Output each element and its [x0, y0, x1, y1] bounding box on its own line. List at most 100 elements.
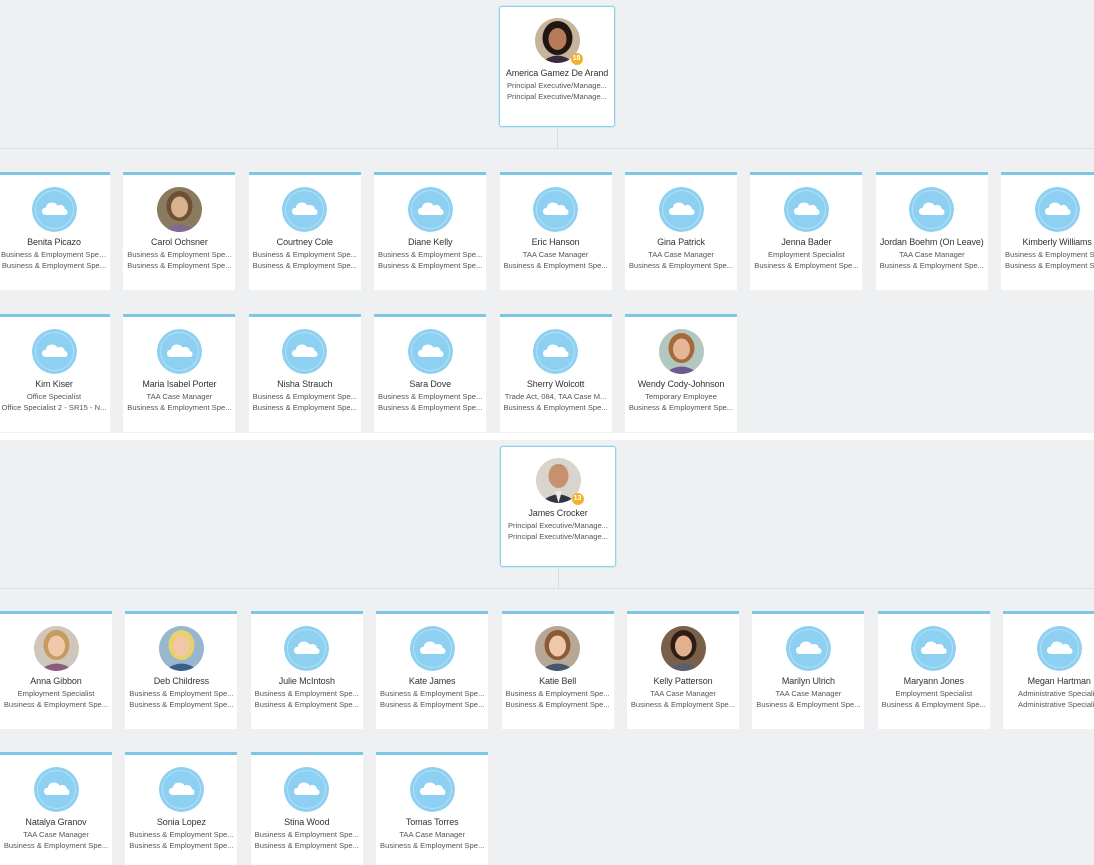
employee-card[interactable]: Megan Hartman Administrative Specialist Ad… — [1003, 611, 1094, 729]
employee-card[interactable]: Nisha Strauch Business & Employment Spe..… — [248, 314, 361, 432]
cloud-icon — [1034, 187, 1080, 232]
job-title: Business & Employment Spe... — [378, 392, 483, 401]
employee-card[interactable]: Sonia Lopez Business & Employment Spe... B… — [125, 752, 238, 865]
job-profile: Business & Employment Spe... — [505, 700, 610, 709]
avatar — [533, 187, 579, 232]
employee-card[interactable]: Benita Picazo Business & Employment Speci… — [0, 172, 110, 290]
job-profile: Business & Employment Spe... — [380, 841, 485, 850]
avatar — [1034, 187, 1080, 232]
employee-name: Deb Childress — [153, 676, 209, 686]
job-title: TAA Case Manager — [898, 250, 965, 259]
employee-name: Carol Ochsner — [151, 237, 208, 247]
employee-card[interactable]: Kimberly Williams Business & Employment S… — [1001, 172, 1094, 290]
employee-card[interactable]: Stina Wood Business & Employment Spe... Bu… — [250, 752, 363, 865]
employee-name: Maryann Jones — [903, 676, 964, 686]
cloud-icon — [284, 626, 330, 671]
employee-card[interactable]: Diane Kelly Business & Employment Spe... B… — [374, 172, 487, 290]
job-title: Business & Employment Spe... — [252, 392, 357, 401]
job-profile: Administrative Specialist — [1018, 700, 1094, 709]
job-profile: Business & Employment Spe... — [881, 700, 986, 709]
cloud-icon — [1036, 626, 1082, 671]
employee-card[interactable]: Maryann Jones Employment Specialist Busine… — [877, 611, 990, 729]
employee-name: Sara Dove — [409, 379, 451, 389]
job-profile: Business & Employment Spe... — [628, 403, 734, 412]
job-profile: Business & Employment Spe... — [879, 261, 984, 270]
employee-card[interactable]: Kate James Business & Employment Spe... Bu… — [376, 611, 489, 729]
employee-card[interactable]: Courtney Cole Business & Employment Spe..… — [248, 172, 361, 290]
avatar — [533, 329, 579, 374]
employee-name: Sherry Wolcott — [526, 379, 585, 389]
employee-card[interactable]: Julie McIntosh Business & Employment Spe.… — [250, 611, 363, 729]
employee-card[interactable]: Gina Patrick TAA Case Manager Business & E… — [625, 172, 737, 290]
employee-name: Nisha Strauch — [277, 379, 333, 389]
job-title: Business & Employment Spe... — [254, 689, 359, 698]
cloud-icon — [282, 187, 328, 232]
cloud-icon — [409, 626, 455, 671]
employee-card[interactable]: Maria Isabel Porter TAA Case Manager Busin… — [123, 314, 236, 432]
avatar — [658, 187, 704, 232]
avatar — [660, 626, 706, 671]
employee-card[interactable]: Wendy Cody-Johnson Temporary Employee Busi… — [625, 314, 737, 432]
job-profile: Business & Employment Spe... — [129, 841, 234, 850]
employee-name: Katie Bell — [539, 676, 577, 686]
employee-card[interactable]: Anna Gibbon Employment Specialist Business… — [0, 611, 112, 729]
job-profile: Principal Executive/Manage... — [506, 92, 608, 101]
employee-name: Tomas Torres — [405, 817, 459, 827]
employee-card[interactable]: Katie Bell Business & Employment Spe... Bu… — [501, 611, 614, 729]
avatar — [156, 329, 202, 374]
manager-card[interactable]: 18 America Gamez De Arand Principal Exec… — [499, 6, 615, 127]
job-profile: Business & Employment Spe... — [3, 700, 109, 709]
row-divider — [0, 148, 1094, 149]
employee-card[interactable]: Natalya Granov TAA Case Manager Business &… — [0, 752, 112, 865]
cloud-icon — [407, 187, 453, 232]
photo-avatar-icon — [158, 626, 204, 671]
job-profile: Business & Employment Spe... — [630, 700, 736, 709]
employee-card[interactable]: Eric Hanson TAA Case Manager Business & Em… — [499, 172, 612, 290]
avatar — [407, 187, 453, 232]
employee-name: Kimberly Williams — [1022, 237, 1092, 247]
employee-card[interactable]: Carol Ochsner Business & Employment Spe..… — [123, 172, 236, 290]
photo-avatar-icon — [535, 626, 581, 671]
job-profile: Business & Employment Spe... — [503, 261, 608, 270]
cloud-icon — [909, 187, 955, 232]
avatar — [282, 187, 328, 232]
employee-card[interactable]: Kim Kiser Office Specialist Office Special… — [0, 314, 110, 432]
employee-card[interactable]: Sara Dove Business & Employment Spe... Bus… — [374, 314, 487, 432]
cloud-icon — [785, 626, 831, 671]
job-title: Business & Employment Spe... — [252, 250, 357, 259]
job-profile: Principal Executive/Manage... — [507, 532, 609, 541]
job-title: Employment Specialist — [767, 250, 845, 259]
job-title: TAA Case Manager — [522, 250, 589, 259]
employee-card[interactable]: Kelly Patterson TAA Case Manager Business … — [627, 611, 739, 729]
employee-card[interactable]: Tomas Torres TAA Case Manager Business & E… — [376, 752, 489, 865]
org-chart-section-1: 18 America Gamez De Arand Principal Exec… — [0, 0, 1094, 433]
employee-name: Natalya Granov — [25, 817, 87, 827]
employee-name: Sonia Lopez — [156, 817, 206, 827]
avatar — [785, 626, 831, 671]
job-title: Business & Employment Spe... — [127, 250, 232, 259]
employee-name: James Crocker — [528, 508, 588, 518]
job-title: TAA Case Manager — [23, 830, 89, 839]
job-title: Business & Employment Spe... — [1005, 250, 1094, 259]
employee-name: Gina Patrick — [657, 237, 705, 247]
team-count-badge-icon: 13 — [571, 493, 584, 505]
section-separator — [0, 433, 1094, 440]
avatar — [284, 767, 330, 812]
cloud-icon — [658, 187, 704, 232]
employee-card[interactable]: Jenna Bader Employment Specialist Business… — [750, 172, 863, 290]
employee-name: Eric Hanson — [531, 237, 580, 247]
avatar — [158, 767, 204, 812]
avatar — [33, 626, 79, 671]
avatar — [284, 626, 330, 671]
employee-card[interactable]: Sherry Wolcott Trade Act, 084, TAA Case M… — [499, 314, 612, 432]
cloud-icon — [533, 329, 579, 374]
employee-card[interactable]: Marilyn Ulrich TAA Case Manager Business &… — [752, 611, 865, 729]
manager-card[interactable]: 13 James Crocker Principal Executive/Man… — [500, 446, 616, 567]
employee-card[interactable]: Jordan Boehm (On Leave) TAA Case Manager B… — [875, 172, 988, 290]
job-title: Office Specialist — [26, 392, 82, 401]
job-title: Employment Specialist — [895, 689, 973, 698]
employee-card[interactable]: Deb Childress Business & Employment Spe..… — [125, 611, 238, 729]
job-title: Business & Employment Spe... — [254, 830, 359, 839]
avatar — [282, 329, 328, 374]
employee-name: Courtney Cole — [276, 237, 333, 247]
